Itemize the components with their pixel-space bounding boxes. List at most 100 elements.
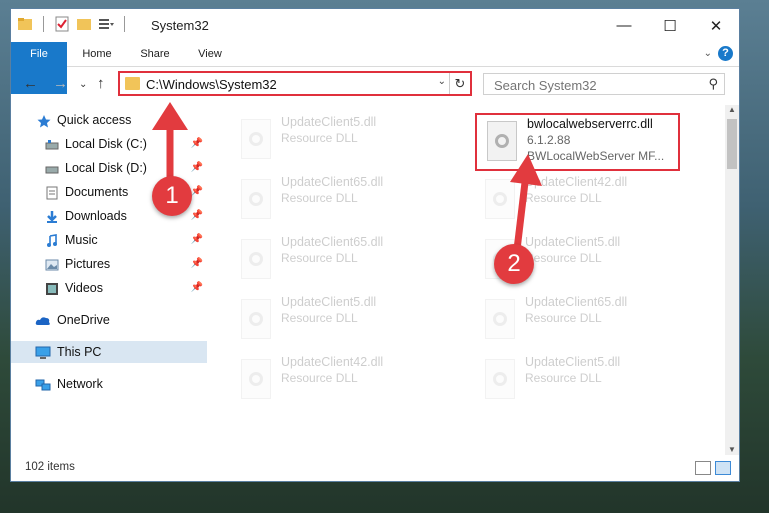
step-badge-1: 1: [152, 176, 192, 216]
file-type: Resource DLL: [281, 251, 358, 265]
sidebar-item-label: OneDrive: [57, 313, 110, 327]
list-item[interactable]: UpdateClient42.dll Resource DLL: [231, 353, 451, 405]
documents-icon: [45, 185, 59, 200]
divider: [43, 16, 44, 32]
drive-icon: [45, 137, 59, 151]
search-box[interactable]: ⚲: [483, 73, 725, 95]
file-type: Resource DLL: [281, 311, 358, 325]
tiles-view-icon[interactable]: [715, 461, 731, 475]
vertical-scrollbar[interactable]: ▲ ▼: [725, 105, 739, 457]
sidebar-item-label: Videos: [65, 281, 103, 295]
dll-file-icon: [485, 299, 515, 339]
scroll-thumb[interactable]: [727, 119, 737, 169]
file-type: Resource DLL: [525, 371, 602, 385]
view-toggle: [695, 461, 731, 475]
customize-toolbar-icon[interactable]: [98, 16, 114, 32]
videos-icon: [45, 281, 59, 295]
sidebar-item-network[interactable]: Network: [11, 373, 207, 395]
up-arrow-icon[interactable]: ↑: [97, 75, 105, 92]
sidebar-item-label: Pictures: [65, 257, 111, 271]
recent-locations-icon[interactable]: ⌄: [79, 79, 87, 90]
forward-arrow-icon[interactable]: →: [53, 75, 68, 92]
search-icon[interactable]: ⚲: [708, 76, 718, 92]
item-count: 102 items: [25, 461, 75, 473]
sidebar-item-label: Documents: [65, 185, 129, 199]
list-item[interactable]: UpdateClient5.dll Resource DLL: [231, 113, 451, 165]
dll-file-icon: [241, 359, 271, 399]
scroll-up-icon[interactable]: ▲: [725, 105, 739, 117]
sidebar-item-label: Local Disk (D:): [65, 161, 147, 175]
file-explorer-window: System32 — ☐ ✕ File Home Share View ⌄ ? …: [10, 8, 740, 482]
file-name: UpdateClient42.dll: [281, 355, 384, 369]
list-item[interactable]: UpdateClient65.dll Resource DLL: [231, 233, 451, 285]
dll-file-icon: [241, 119, 271, 159]
music-icon: [45, 233, 59, 247]
folder-icon: [125, 77, 140, 90]
close-icon[interactable]: ✕: [693, 9, 739, 42]
sidebar-item-label: Music: [65, 233, 98, 247]
sidebar-item-music[interactable]: Music 📌: [11, 229, 207, 251]
status-bar: 102 items: [11, 455, 739, 481]
star-icon: [37, 113, 51, 128]
sidebar-item-videos[interactable]: Videos 📌: [11, 277, 207, 299]
new-folder-icon[interactable]: [76, 16, 92, 32]
file-type: Resource DLL: [281, 191, 358, 205]
file-name: UpdateClient5.dll: [525, 355, 621, 369]
pin-icon[interactable]: 📌: [191, 229, 203, 251]
list-item[interactable]: UpdateClient65.dll Resource DLL: [475, 293, 695, 345]
tab-home[interactable]: Home: [73, 42, 121, 66]
cloud-icon: [35, 313, 50, 327]
back-arrow-icon[interactable]: ←: [23, 75, 38, 92]
chevron-down-icon[interactable]: ⌄: [704, 48, 712, 59]
minimize-icon[interactable]: —: [601, 9, 647, 42]
file-list: UpdateClient5.dll Resource DLL UpdateCli…: [217, 105, 723, 457]
tab-share[interactable]: Share: [131, 42, 179, 66]
sidebar-item-pictures[interactable]: Pictures 📌: [11, 253, 207, 275]
file-type: Resource DLL: [525, 311, 602, 325]
sidebar-item-label: Network: [57, 377, 103, 391]
file-name: UpdateClient5.dll: [281, 115, 377, 129]
list-item[interactable]: UpdateClient65.dll Resource DLL: [231, 173, 451, 225]
pictures-icon: [45, 257, 59, 271]
annotation-arrow-2: [510, 154, 542, 259]
sidebar-item-onedrive[interactable]: OneDrive: [11, 309, 207, 331]
dll-file-icon: [241, 239, 271, 279]
list-item[interactable]: UpdateClient5.dll Resource DLL: [231, 293, 451, 345]
dll-file-icon: [485, 359, 515, 399]
search-input[interactable]: [492, 77, 696, 94]
file-name: UpdateClient65.dll: [525, 295, 628, 309]
maximize-icon[interactable]: ☐: [647, 9, 693, 42]
step-badge-2: 2: [494, 244, 534, 284]
file-name: bwlocalwebserverrc.dll: [527, 117, 653, 131]
sidebar-item-label: Downloads: [65, 209, 127, 223]
sidebar-item-label: Local Disk (C:): [65, 137, 147, 151]
sidebar-item-label: This PC: [57, 345, 102, 359]
computer-icon: [35, 345, 51, 359]
window-controls: — ☐ ✕: [601, 9, 739, 42]
file-version: 6.1.2.88: [527, 133, 571, 147]
dll-file-icon: [241, 179, 271, 219]
file-name: UpdateClient65.dll: [281, 175, 384, 189]
ribbon: File Home Share View ⌄ ?: [11, 42, 739, 94]
quick-access-toolbar: [17, 16, 129, 32]
tab-view[interactable]: View: [187, 42, 233, 66]
pin-icon[interactable]: 📌: [191, 253, 203, 275]
details-view-icon[interactable]: [695, 461, 711, 475]
address-path[interactable]: C:\Windows\System32: [146, 77, 277, 92]
chevron-down-icon[interactable]: ⌄: [438, 76, 446, 87]
pin-icon[interactable]: 📌: [191, 277, 203, 299]
properties-icon[interactable]: [54, 16, 70, 32]
download-icon: [45, 209, 59, 223]
navigation-row: ← → ⌄ ↑ C:\Windows\System32 ⌄ ↻ ⚲: [11, 67, 739, 101]
help-icon[interactable]: ?: [718, 46, 733, 61]
list-item[interactable]: UpdateClient5.dll Resource DLL: [475, 353, 695, 405]
window-title: System32: [151, 18, 209, 33]
file-name: UpdateClient65.dll: [281, 235, 384, 249]
file-type: Resource DLL: [281, 371, 358, 385]
address-bar[interactable]: C:\Windows\System32 ⌄ ↻: [118, 71, 472, 96]
refresh-icon[interactable]: ↻: [449, 73, 470, 94]
sidebar-item-this-pc[interactable]: This PC: [11, 341, 207, 363]
file-name: UpdateClient5.dll: [281, 295, 377, 309]
folder-icon: [17, 16, 33, 32]
ribbon-right: ⌄ ?: [704, 46, 733, 61]
